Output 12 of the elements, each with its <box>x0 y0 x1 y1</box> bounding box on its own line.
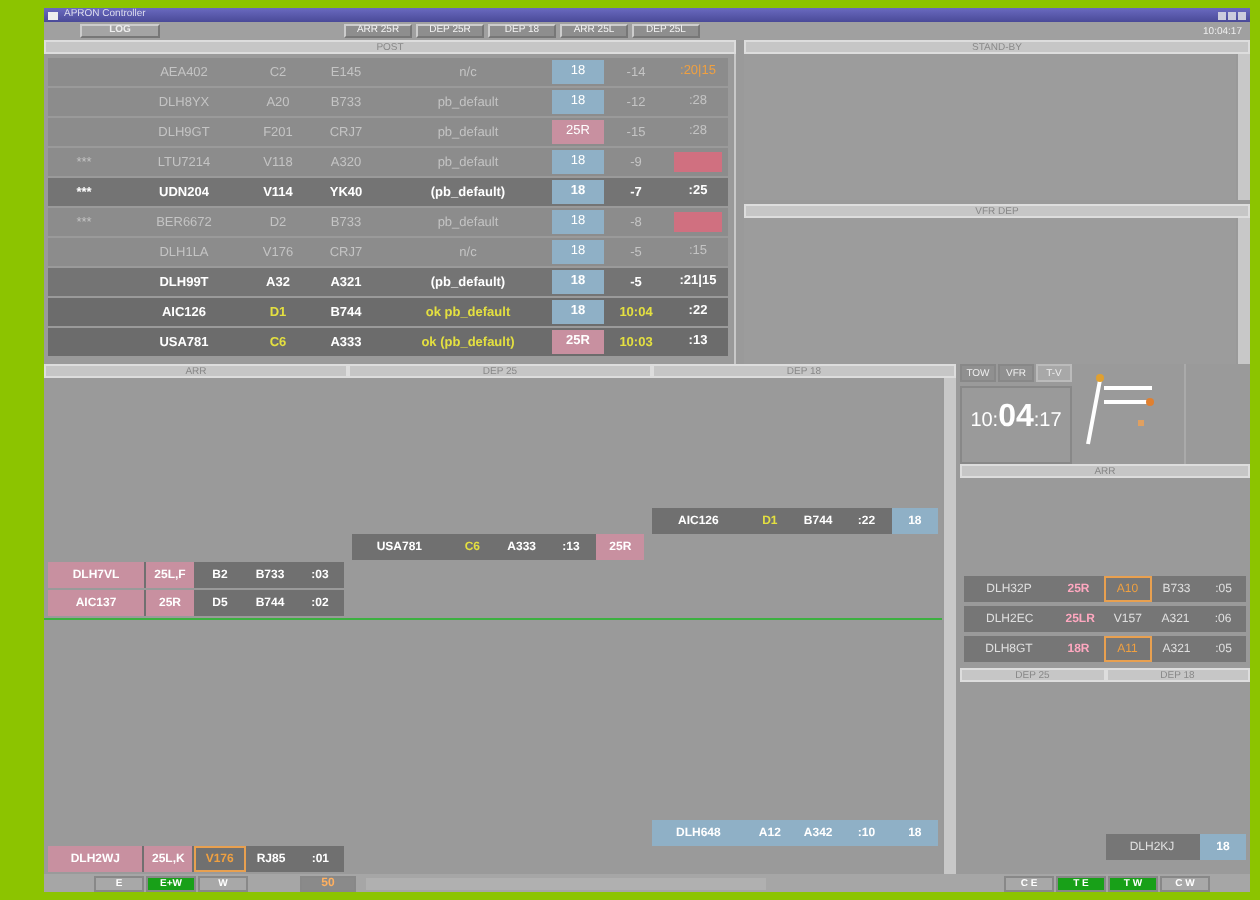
scrollbar[interactable] <box>942 378 956 874</box>
alert-marker <box>674 152 722 172</box>
scrollbar[interactable] <box>1236 218 1250 364</box>
scrollbar[interactable] <box>732 54 736 364</box>
close-icon[interactable] <box>1238 11 1246 19</box>
alert-marker <box>674 212 722 232</box>
maximize-icon[interactable] <box>1228 11 1236 19</box>
minimize-icon[interactable] <box>1218 11 1226 19</box>
scrollbar[interactable] <box>1236 54 1250 200</box>
window-menu-icon[interactable] <box>48 11 58 19</box>
scrollbar[interactable] <box>366 877 766 889</box>
time-display: 10:04:17 <box>960 386 1072 464</box>
